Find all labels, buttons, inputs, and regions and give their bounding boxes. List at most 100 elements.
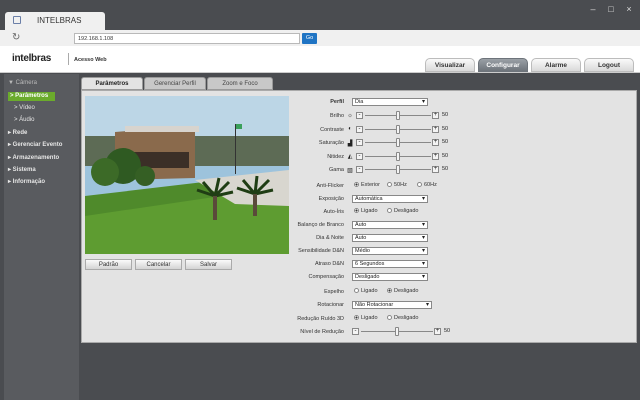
sidebar-item-parametros[interactable]: > Parâmetros xyxy=(8,92,55,101)
slider-3[interactable]: - +50 xyxy=(356,151,449,161)
reducao3d-label: Redução Ruído 3D xyxy=(297,316,344,322)
slider-label-1: Contraste xyxy=(320,126,344,133)
tab-parametros[interactable]: Parâmetros xyxy=(81,77,143,90)
sidebar-item-sistema[interactable]: ▸ Sistema xyxy=(8,166,36,173)
balanco-select[interactable]: Auto xyxy=(352,221,428,229)
slider-minus-button[interactable]: - xyxy=(356,166,363,173)
compensacao-label: Compensação xyxy=(308,274,344,280)
slider-plus-button[interactable]: + xyxy=(432,112,439,119)
sidebar-item-rede[interactable]: ▸ Rede xyxy=(8,129,27,136)
sensibilidade-select[interactable]: Médio xyxy=(352,247,428,255)
app-header: intelbras Acesso Web Visualizar Configur… xyxy=(0,46,640,73)
sidebar-item-camera[interactable]: ▼ Câmera xyxy=(8,80,37,86)
sidebar-item-video[interactable]: > Vídeo xyxy=(14,105,35,111)
minimize-icon[interactable]: – xyxy=(588,4,598,14)
nav-logout[interactable]: Logout xyxy=(584,58,634,72)
compensacao-select[interactable]: Desligado xyxy=(352,273,428,281)
nivel-label: Nível de Redução xyxy=(300,329,344,335)
sidebar-item-gerenciar-evento[interactable]: ▸ Gerenciar Evento xyxy=(8,141,62,148)
slider-label-0: Brilho xyxy=(329,113,344,119)
sensibilidade-label: Sensibilidade D&N xyxy=(298,248,344,254)
cancel-button[interactable]: Cancelar xyxy=(135,259,182,270)
slider-label-4: Gama xyxy=(329,167,344,173)
atraso-select[interactable]: 6 Segundos xyxy=(352,260,428,268)
slider-plus-button[interactable]: + xyxy=(432,152,439,160)
slider-4[interactable]: - +50 xyxy=(356,165,449,174)
nivel-value: 50 xyxy=(444,328,451,334)
maximize-icon[interactable]: □ xyxy=(606,4,616,14)
default-button[interactable]: Padrão xyxy=(85,259,132,270)
reducao3d-desligado-radio[interactable]: Desligado xyxy=(387,315,418,321)
slider-plus-button[interactable]: + xyxy=(432,166,439,173)
slider-0[interactable]: - +50 xyxy=(356,111,448,120)
url-input[interactable]: 192.168.1.108 xyxy=(74,33,300,44)
autoiris-desligado-radio[interactable]: Desligado xyxy=(387,208,418,214)
nav-visualizar[interactable]: Visualizar xyxy=(425,58,475,72)
logo-divider xyxy=(68,53,69,65)
slider-2[interactable]: - +50 xyxy=(356,138,448,147)
rotacionar-select[interactable]: Não Rotacionar xyxy=(352,301,432,309)
save-button[interactable]: Salvar xyxy=(185,259,232,270)
slider-1[interactable]: - +50 xyxy=(356,124,448,134)
browser-window: INTELBRAS – □ × ↻ 192.168.1.108 Go intel… xyxy=(0,0,640,400)
sidebar-item-informacao[interactable]: ▸ Informação xyxy=(8,178,45,185)
parameters-panel: Padrão Cancelar Salvar Perfil Dia Anti-F… xyxy=(81,90,637,343)
rotacionar-label: Rotacionar xyxy=(317,302,344,308)
sidebar-item-audio[interactable]: > Áudio xyxy=(14,117,35,123)
perfil-label: Perfil xyxy=(330,99,344,105)
sidebar: ▼ Câmera > Parâmetros > Vídeo > Áudio ▸ … xyxy=(4,74,79,400)
go-button[interactable]: Go xyxy=(302,33,317,44)
reducao3d-ligado-radio[interactable]: Ligado xyxy=(354,315,378,321)
saturation-icon: ▟ xyxy=(347,140,353,147)
app-subtitle: Acesso Web xyxy=(74,57,107,63)
tab-page-icon xyxy=(13,16,21,24)
espelho-ligado-radio[interactable]: Ligado xyxy=(354,288,378,294)
slider-minus-button[interactable]: - xyxy=(356,139,363,146)
antiflicker-60hz-radio[interactable]: 60Hz xyxy=(417,182,437,188)
sharpness-icon: ◭ xyxy=(347,154,353,160)
slider-minus-button[interactable]: - xyxy=(356,112,363,119)
brightness-icon: ☼ xyxy=(347,112,353,119)
nav-alarme[interactable]: Alarme xyxy=(531,58,581,72)
browser-tab[interactable]: INTELBRAS xyxy=(5,12,105,30)
sidebar-item-armazenamento[interactable]: ▸ Armazenamento xyxy=(8,154,59,161)
slider-value: 50 xyxy=(442,152,449,159)
dianoite-select[interactable]: Auto xyxy=(352,234,428,242)
tab-title: INTELBRAS xyxy=(37,16,82,25)
exposicao-label: Exposição xyxy=(318,196,344,202)
slider-plus-button[interactable]: + xyxy=(432,139,439,146)
close-icon[interactable]: × xyxy=(624,4,634,14)
espelho-desligado-radio[interactable]: Desligado xyxy=(387,288,418,294)
address-bar: ↻ 192.168.1.108 Go xyxy=(0,30,640,46)
nivel-plus-button[interactable]: + xyxy=(434,328,441,335)
antiflicker-exterior-radio[interactable]: Exterior xyxy=(354,182,380,188)
nivel-thumb[interactable] xyxy=(395,327,399,336)
slider-minus-button[interactable]: - xyxy=(356,125,363,133)
slider-thumb[interactable] xyxy=(396,165,400,174)
slider-label-3: Nitidez xyxy=(327,153,344,160)
slider-thumb[interactable] xyxy=(396,124,400,134)
camera-image xyxy=(85,96,289,254)
perfil-select[interactable]: Dia xyxy=(352,98,428,106)
reload-icon[interactable]: ↻ xyxy=(12,32,20,43)
slider-thumb[interactable] xyxy=(396,138,400,147)
slider-thumb[interactable] xyxy=(396,111,400,120)
slider-label-2: Saturação xyxy=(318,140,344,146)
nav-configurar[interactable]: Configurar xyxy=(478,58,528,72)
antiflicker-50hz-radio[interactable]: 50Hz xyxy=(387,182,407,188)
exposicao-select[interactable]: Automática xyxy=(352,195,428,203)
slider-value: 50 xyxy=(442,166,449,172)
gamma-icon: ▧ xyxy=(347,167,353,174)
camera-preview xyxy=(85,96,289,254)
slider-minus-button[interactable]: - xyxy=(356,152,363,160)
nivel-minus-button[interactable]: - xyxy=(352,328,359,335)
tab-zoom-foco[interactable]: Zoom e Foco xyxy=(207,77,273,90)
slider-plus-button[interactable]: + xyxy=(432,125,439,133)
dianoite-label: Dia & Noite xyxy=(316,235,344,241)
autoiris-ligado-radio[interactable]: Ligado xyxy=(354,208,378,214)
tab-gerenciar-perfil[interactable]: Gerenciar Perfil xyxy=(144,77,206,90)
nivel-slider[interactable]: - + 50 xyxy=(352,327,450,336)
slider-thumb[interactable] xyxy=(396,151,400,161)
contrast-icon: ◐ xyxy=(348,126,352,132)
atraso-label: Atraso D&N xyxy=(314,261,344,267)
